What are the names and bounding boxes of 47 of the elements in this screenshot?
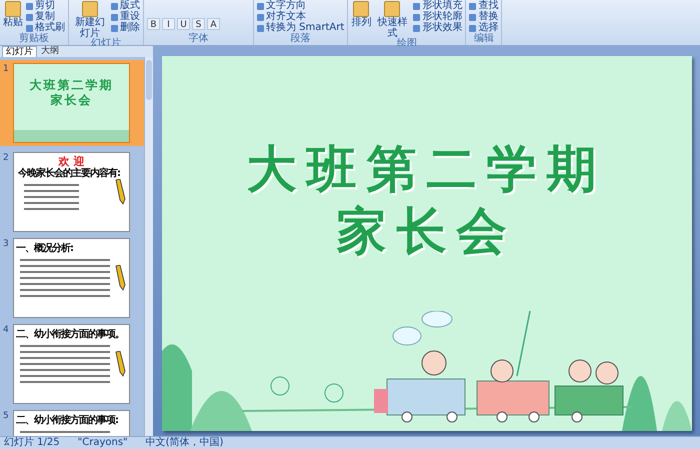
ribbon-button[interactable]: 复制 [26, 12, 65, 22]
slide-thumbnail[interactable]: 二、幼小衔接方面的事项: [13, 410, 130, 436]
thumbnail-title: 欢 迎 [58, 155, 86, 168]
thumbnail-subtitle: 今晚家长会的主要内容有: [18, 168, 121, 180]
thumbnail-title: 二、幼小衔接方面的事项: [16, 415, 119, 427]
slide-thumbnail[interactable]: 二、幼小衔接方面的事项。 [13, 324, 130, 404]
thumbnail-title: 一、概况分析: [16, 243, 74, 255]
group-label: 编辑 [472, 34, 495, 45]
thumbnail-title: 大班第二学期 [30, 78, 114, 93]
format-button[interactable]: U [177, 18, 190, 30]
pane-tab[interactable]: 幻灯片 [2, 46, 37, 57]
slide-thumbnail[interactable]: 一、概况分析: [13, 238, 130, 318]
status-text: "Crayons" [78, 437, 128, 449]
format-button[interactable]: S [192, 18, 205, 30]
slide-number: 4 [3, 324, 10, 337]
status-text: 幻灯片 1/25 [4, 437, 60, 449]
format-button[interactable]: B [147, 18, 160, 30]
slide-number: 3 [3, 238, 10, 251]
ribbon-button[interactable]: 版式 [111, 1, 140, 11]
status-text: 中文(简体，中国) [146, 437, 224, 449]
ribbon-button[interactable]: 形状效果 [413, 23, 462, 33]
group-label: 段落 [290, 34, 312, 45]
ribbon-button[interactable]: 新建幻灯片 [72, 1, 108, 39]
ribbon-button[interactable]: 粘贴 [3, 1, 23, 28]
slide-number: 1 [3, 63, 10, 76]
ribbon-button[interactable]: 对齐文本 [257, 12, 344, 22]
slide-number: 5 [3, 410, 10, 423]
slide-title: 大班第二学期 [246, 139, 606, 200]
ribbon-button[interactable]: 快速样式 [374, 1, 410, 39]
thumbnail-title: 二、幼小衔接方面的事项。 [16, 329, 125, 341]
ribbon-button[interactable]: 重设 [111, 12, 140, 22]
thumbnail-title: 家长会 [50, 93, 92, 108]
slide-thumbnail[interactable]: 欢 迎 今晚家长会的主要内容有: [13, 152, 130, 232]
group-label: 剪贴板 [18, 34, 50, 45]
format-button[interactable]: A [207, 18, 220, 30]
ribbon-button[interactable]: 形状轮廓 [413, 12, 462, 22]
ribbon-button[interactable]: 删除 [111, 23, 140, 33]
slide-title: 家长会 [336, 201, 516, 262]
ribbon-button[interactable]: 排列 [351, 1, 372, 28]
ribbon-button[interactable]: 选择 [469, 23, 498, 33]
ribbon-button[interactable]: 转换为 SmartArt [257, 23, 344, 33]
group-label: 字体 [188, 34, 210, 45]
ribbon-button[interactable]: 替换 [469, 12, 498, 22]
slide-number: 2 [3, 152, 10, 165]
ribbon-button[interactable]: 查找 [469, 1, 498, 11]
format-button[interactable]: I [162, 18, 175, 30]
ribbon-button[interactable]: 格式刷 [26, 23, 65, 33]
